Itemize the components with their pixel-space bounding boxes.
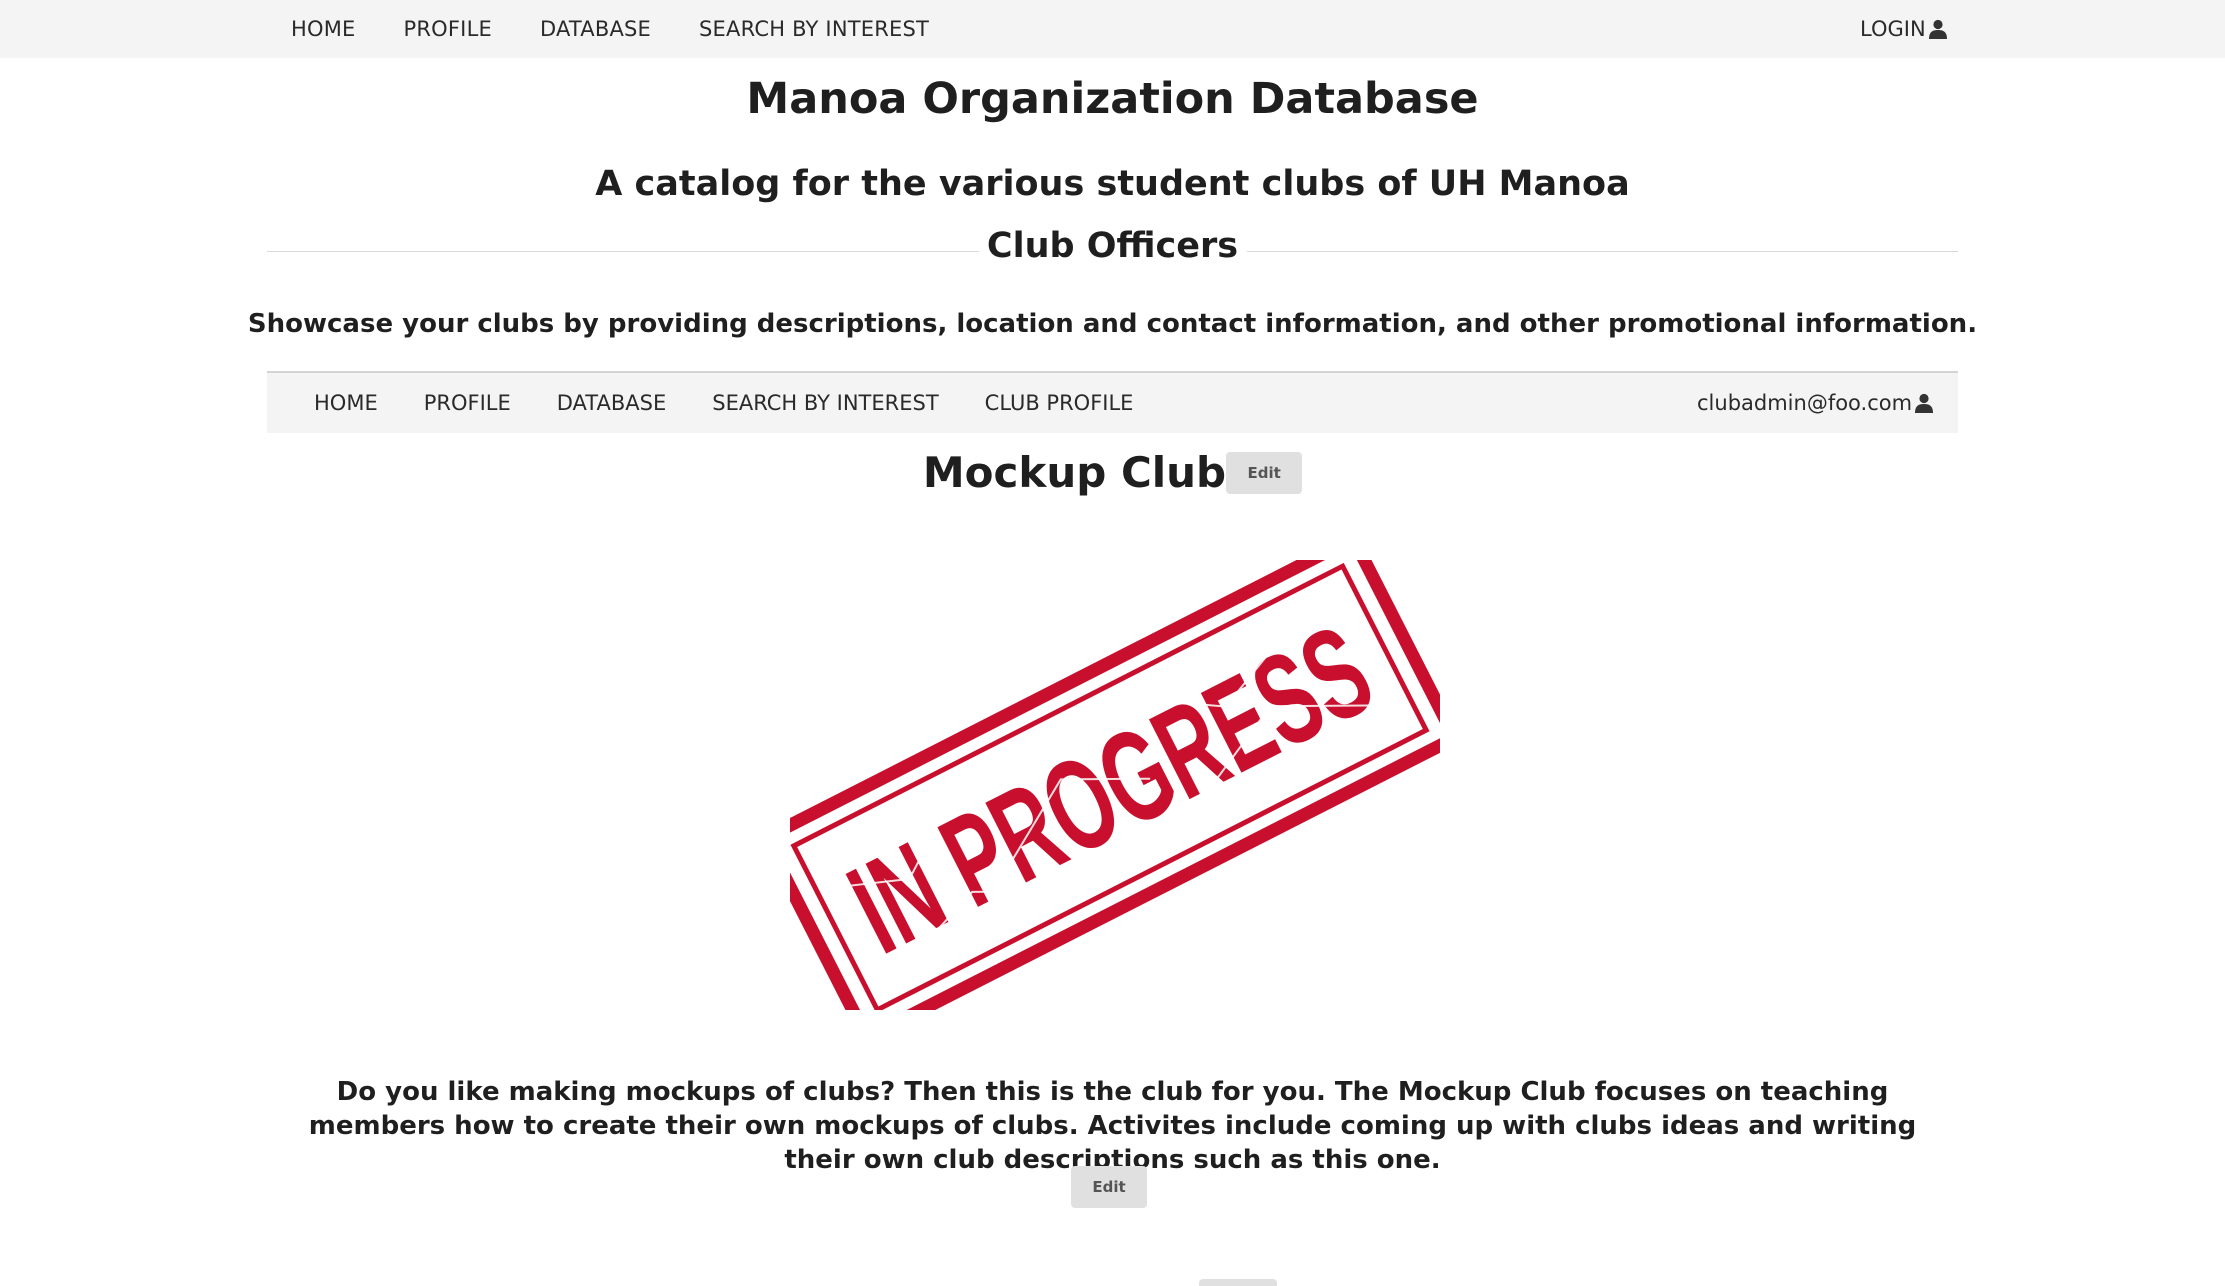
user-email: clubadmin@foo.com [1697,391,1913,415]
page-title: Manoa Organization Database [746,74,1479,124]
nav-profile[interactable]: PROFILE [404,17,492,41]
user-icon [1915,393,1934,413]
nav-home[interactable]: HOME [291,17,356,41]
officers-description: Showcase your clubs by providing descrip… [247,309,1978,339]
login-button[interactable]: LOGIN [1860,0,1948,58]
stamp-graphic: IN PROGRESS [756,529,1464,1047]
user-menu[interactable]: clubadmin@foo.com [1697,373,1934,433]
club-nav-profile[interactable]: PROFILE [424,391,511,415]
edit-club-name-button[interactable]: Edit [1226,452,1303,494]
partial-edit-button[interactable] [1199,1279,1277,1286]
club-nav-database[interactable]: DATABASE [557,391,666,415]
club-title-row: Mockup Club Edit [0,448,2225,504]
edit-description-button[interactable]: Edit [1071,1166,1147,1208]
club-nav-search-by-interest[interactable]: SEARCH BY INTEREST [712,391,938,415]
officers-divider: Club Officers [267,226,1958,276]
top-navbar: HOME PROFILE DATABASE SEARCH BY INTEREST… [0,0,2225,58]
page-subtitle: A catalog for the various student clubs … [595,164,1630,204]
club-name: Mockup Club [922,448,1227,497]
club-nav-home[interactable]: HOME [314,391,378,415]
user-icon [1928,19,1947,39]
club-navbar: HOME PROFILE DATABASE SEARCH BY INTEREST… [267,371,1958,433]
club-description: Do you like making mockups of clubs? The… [308,1077,1917,1175]
in-progress-stamp-image: IN PROGRESS [756,529,1464,1047]
nav-database[interactable]: DATABASE [540,17,651,41]
login-label: LOGIN [1860,17,1926,41]
club-nav-items: HOME PROFILE DATABASE SEARCH BY INTEREST… [314,373,1179,433]
officers-heading: Club Officers [986,226,1239,266]
nav-search-by-interest[interactable]: SEARCH BY INTEREST [699,17,929,41]
top-nav-items: HOME PROFILE DATABASE SEARCH BY INTEREST [291,0,977,58]
club-nav-club-profile[interactable]: CLUB PROFILE [985,391,1134,415]
